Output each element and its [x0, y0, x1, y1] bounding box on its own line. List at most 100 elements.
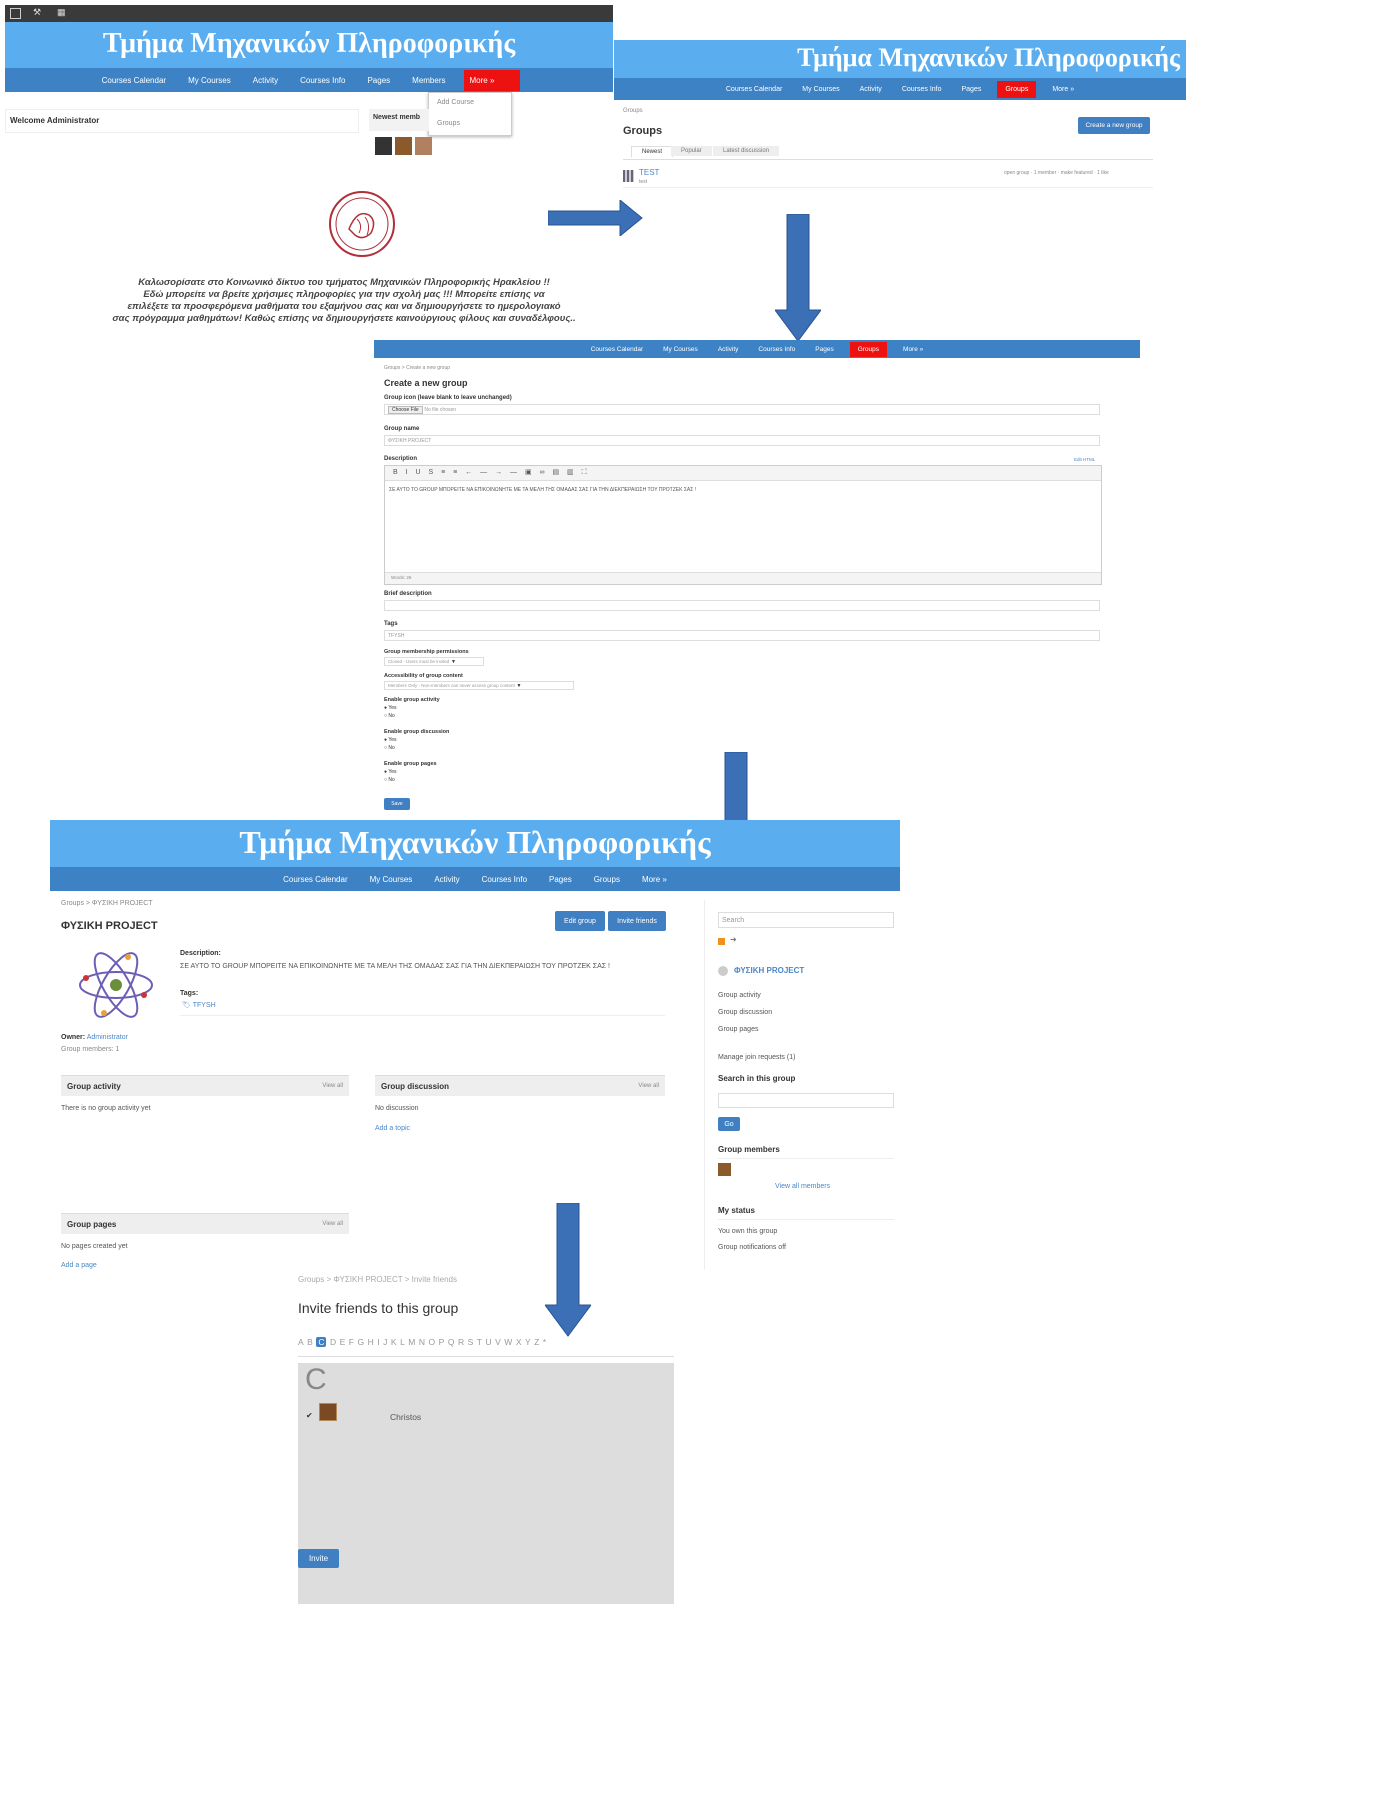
nav-my-courses[interactable]: My Courses	[798, 82, 843, 97]
letter-link[interactable]: B	[307, 1337, 313, 1347]
nav-pages[interactable]: Pages	[811, 342, 837, 357]
view-all-link[interactable]: View all	[322, 1221, 343, 1227]
arrow-icon[interactable]: ➜	[730, 935, 737, 944]
letter-link[interactable]: Z	[534, 1337, 539, 1347]
letter-link[interactable]: P	[439, 1337, 445, 1347]
letter-link[interactable]: K	[391, 1337, 397, 1347]
letter-link[interactable]: I	[377, 1337, 379, 1347]
accessibility-select[interactable]: Members Only - Non-members can never acc…	[384, 681, 574, 690]
tab-latest-discussion[interactable]: Latest discussion	[713, 146, 780, 156]
nav-more[interactable]: More »	[1048, 82, 1078, 97]
letter-link[interactable]: A	[298, 1337, 304, 1347]
view-all-link[interactable]: View all	[638, 1083, 659, 1089]
avatar[interactable]	[718, 1163, 731, 1176]
search-input[interactable]: Search	[718, 912, 894, 928]
letter-link[interactable]: G	[358, 1337, 365, 1347]
sidebar-link-discussion[interactable]: Group discussion	[718, 1009, 772, 1016]
notifications-text[interactable]: Group notifications off	[718, 1244, 786, 1251]
nav-pages[interactable]: Pages	[363, 72, 394, 89]
nav-pages[interactable]: Pages	[958, 82, 986, 97]
letter-link[interactable]: O	[429, 1337, 436, 1347]
sidebar-group-name[interactable]: ΦΥΣΙΚΗ PROJECT	[734, 966, 804, 975]
radio-no[interactable]: ○ No	[384, 713, 395, 719]
tool-icon[interactable]: ⚒	[33, 7, 41, 18]
letter-link[interactable]: S	[468, 1337, 474, 1347]
letter-link[interactable]: V	[495, 1337, 501, 1347]
nav-groups[interactable]: Groups	[590, 871, 624, 888]
letter-link-selected[interactable]: C	[316, 1337, 327, 1347]
letter-link[interactable]: Q	[448, 1337, 455, 1347]
sidebar-link-activity[interactable]: Group activity	[718, 992, 761, 999]
avatar[interactable]	[415, 137, 432, 155]
nav-members[interactable]: Members	[408, 72, 449, 89]
tab-newest[interactable]: Newest	[631, 146, 674, 157]
tags-input[interactable]: TFYSH	[384, 630, 1100, 641]
avatar[interactable]	[375, 137, 392, 155]
sidebar-link-pages[interactable]: Group pages	[718, 1026, 758, 1033]
letter-link[interactable]: X	[516, 1337, 522, 1347]
nav-groups[interactable]: Groups	[997, 80, 1037, 98]
nav-activity[interactable]: Activity	[430, 871, 463, 888]
radio-no[interactable]: ○ No	[384, 745, 395, 751]
nav-more[interactable]: More »	[638, 871, 671, 888]
tag-link[interactable]: 🏷 TFYSH	[182, 1001, 216, 1009]
nav-more[interactable]: More »	[899, 342, 927, 357]
group-item-name[interactable]: TEST	[639, 168, 659, 177]
letter-link[interactable]: D	[330, 1337, 336, 1347]
breadcrumb[interactable]: Groups	[623, 108, 643, 114]
edit-group-button[interactable]: Edit group	[555, 911, 605, 931]
menu-item-groups[interactable]: Groups	[437, 120, 460, 127]
view-all-link[interactable]: View all	[322, 1083, 343, 1089]
save-button[interactable]: Save	[384, 798, 410, 810]
membership-select[interactable]: Closed - Users must be invited ▼	[384, 657, 484, 666]
radio-yes[interactable]: ● Yes	[384, 769, 397, 775]
nav-courses-info[interactable]: Courses Info	[296, 72, 349, 89]
nav-pages[interactable]: Pages	[545, 871, 576, 888]
owner-link[interactable]: Administrator	[87, 1034, 128, 1041]
letter-link[interactable]: T	[477, 1337, 482, 1347]
nav-courses-calendar[interactable]: Courses Calendar	[98, 72, 170, 89]
letter-link[interactable]: *	[543, 1337, 546, 1347]
letter-link[interactable]: E	[340, 1337, 346, 1347]
nav-courses-info[interactable]: Courses Info	[754, 342, 799, 357]
invite-friends-button[interactable]: Invite friends	[608, 911, 666, 931]
nav-groups[interactable]: Groups	[849, 341, 888, 357]
group-name-input[interactable]: ΦΥΣΙΚΗ PROJECT	[384, 435, 1100, 446]
breadcrumb[interactable]: Groups > Create a new group	[384, 365, 450, 371]
breadcrumb[interactable]: Groups > ΦΥΣΙΚΗ PROJECT > Invite friends	[298, 1275, 457, 1284]
group-search-input[interactable]	[718, 1093, 894, 1108]
add-topic-link[interactable]: Add a topic	[375, 1125, 410, 1132]
editor-toolbar-icons[interactable]: B I U S ≡ ≡ ← — → — ▣ ∞ ▤ ▥ ⛶	[393, 468, 589, 477]
letter-link[interactable]: W	[504, 1337, 512, 1347]
nav-courses-info[interactable]: Courses Info	[478, 871, 531, 888]
letter-link[interactable]: Y	[525, 1337, 531, 1347]
nav-my-courses[interactable]: My Courses	[366, 871, 417, 888]
radio-no[interactable]: ○ No	[384, 777, 395, 783]
breadcrumb[interactable]: Groups > ΦΥΣΙΚΗ PROJECT	[61, 900, 153, 907]
file-upload-field[interactable]: Choose File No file chosen	[384, 404, 1100, 415]
letter-link[interactable]: J	[383, 1337, 387, 1347]
view-all-members-link[interactable]: View all members	[775, 1183, 830, 1190]
tab-popular[interactable]: Popular	[671, 146, 712, 156]
letter-link[interactable]: R	[458, 1337, 464, 1347]
add-page-link[interactable]: Add a page	[61, 1262, 97, 1269]
nav-more[interactable]: More »	[463, 69, 521, 91]
window-icon[interactable]	[10, 8, 21, 19]
nav-activity[interactable]: Activity	[714, 342, 743, 357]
letter-link[interactable]: N	[419, 1337, 425, 1347]
nav-courses-calendar[interactable]: Courses Calendar	[722, 82, 786, 97]
checkmark-icon[interactable]: ✔	[306, 1411, 313, 1420]
letter-link[interactable]: M	[408, 1337, 415, 1347]
manage-join-requests-link[interactable]: Manage join requests (1)	[718, 1054, 795, 1061]
letter-link[interactable]: L	[400, 1337, 405, 1347]
go-button[interactable]: Go	[718, 1117, 740, 1131]
radio-yes[interactable]: ● Yes	[384, 705, 397, 711]
rich-text-editor[interactable]: B I U S ≡ ≡ ← — → — ▣ ∞ ▤ ▥ ⛶ ΣΕ ΑΥΤΟ ΤΟ…	[384, 465, 1102, 585]
rss-icon[interactable]	[718, 938, 725, 945]
group-icon[interactable]	[623, 170, 634, 182]
avatar[interactable]	[395, 137, 412, 155]
radio-yes[interactable]: ● Yes	[384, 737, 397, 743]
letter-link[interactable]: F	[349, 1337, 354, 1347]
nav-courses-calendar[interactable]: Courses Calendar	[279, 871, 351, 888]
menu-item-add-course[interactable]: Add Course	[437, 99, 474, 106]
